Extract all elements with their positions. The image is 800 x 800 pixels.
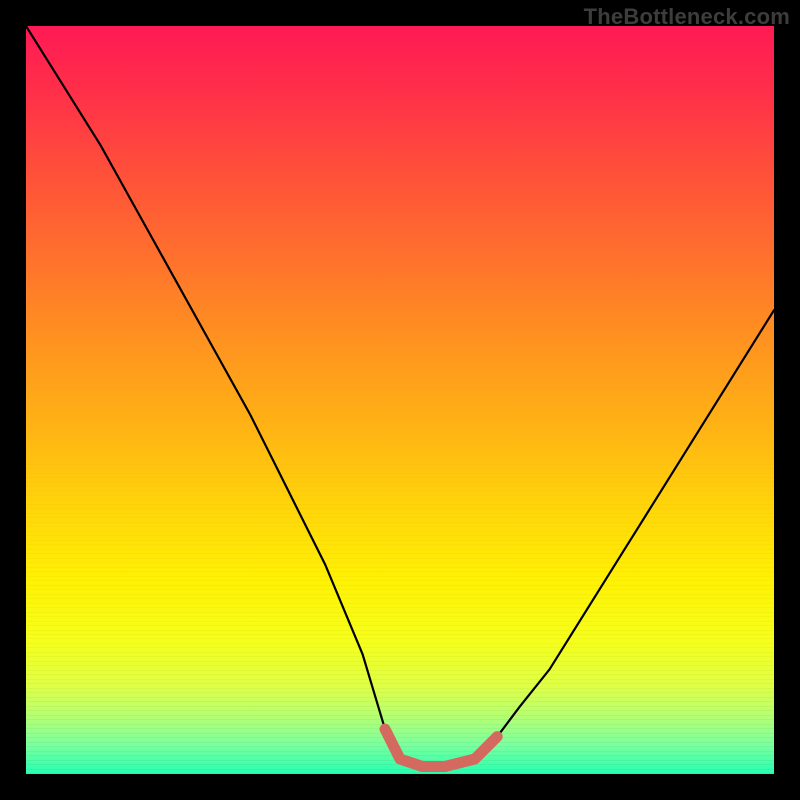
bottleneck-curve-path [26,26,774,767]
curve-svg [26,26,774,774]
optimal-range-path [385,729,497,766]
plot-area [26,26,774,774]
chart-frame: TheBottleneck.com [0,0,800,800]
watermark-text: TheBottleneck.com [584,4,790,30]
